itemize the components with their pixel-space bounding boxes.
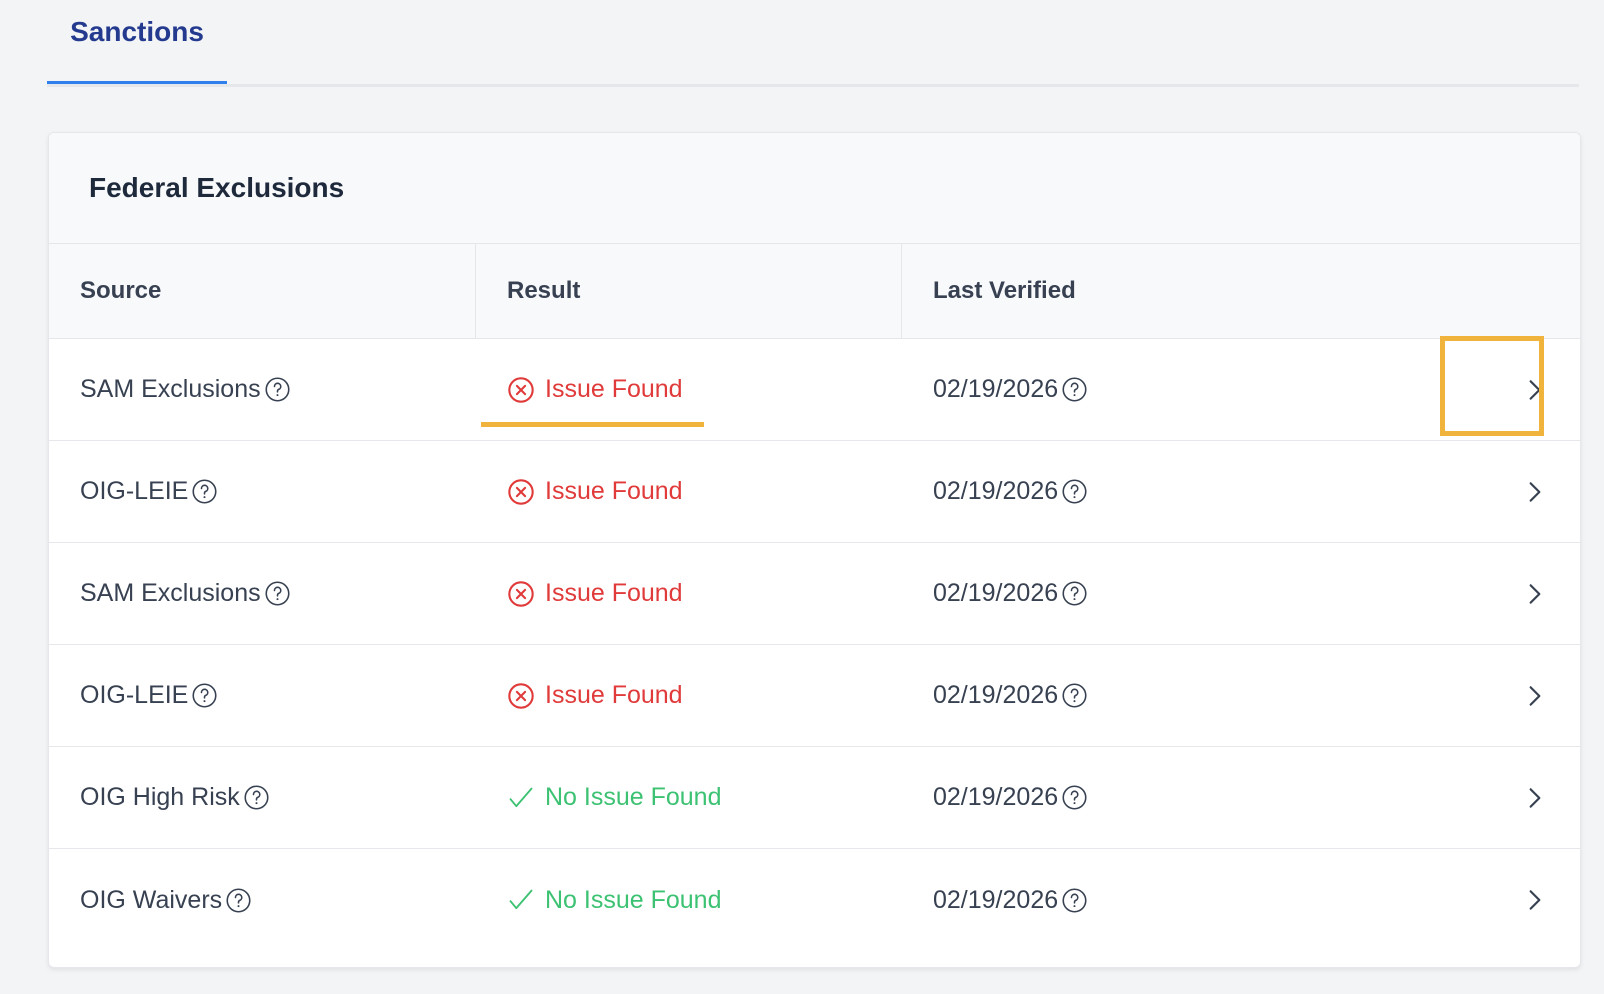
result-label: Issue Found xyxy=(545,477,683,505)
result-cell: No Issue Found xyxy=(476,849,902,951)
card-header: Federal Exclusions xyxy=(49,133,1580,244)
column-header-source: Source xyxy=(49,244,476,338)
last-verified-cell: 02/19/2026 xyxy=(902,645,1580,746)
table-row[interactable]: OIG-LEIE Issue Found 02/19/2026 xyxy=(49,441,1580,543)
last-verified-cell: 02/19/2026 xyxy=(902,849,1580,951)
source-name: SAM Exclusions xyxy=(80,375,261,403)
last-verified-date: 02/19/2026 xyxy=(933,477,1059,505)
source-name: OIG High Risk xyxy=(80,783,240,811)
annotation-underline xyxy=(481,422,704,427)
x-circle-icon xyxy=(507,478,535,506)
result-cell: Issue Found xyxy=(476,645,902,746)
question-circle-icon[interactable] xyxy=(1061,784,1088,811)
result-status: Issue Found xyxy=(507,579,683,608)
question-circle-icon[interactable] xyxy=(1061,682,1088,709)
table-row[interactable]: SAM Exclusions Issue Found 02/19/2026 xyxy=(49,339,1580,441)
table-row[interactable]: OIG-LEIE Issue Found 02/19/2026 xyxy=(49,645,1580,747)
result-label: No Issue Found xyxy=(545,885,722,914)
result-label: No Issue Found xyxy=(545,783,722,811)
question-circle-icon[interactable] xyxy=(264,376,291,403)
source-cell: OIG High Risk xyxy=(49,747,476,848)
question-circle-icon[interactable] xyxy=(191,478,218,505)
chevron-right-icon[interactable] xyxy=(1520,885,1550,915)
column-header-result: Result xyxy=(476,244,902,338)
source-name: OIG Waivers xyxy=(80,885,223,914)
table-row[interactable]: SAM Exclusions Issue Found 02/19/2026 xyxy=(49,543,1580,645)
source-name: OIG-LEIE xyxy=(80,681,189,709)
last-verified-cell: 02/19/2026 xyxy=(902,339,1580,440)
x-circle-icon xyxy=(507,376,535,404)
question-circle-icon[interactable] xyxy=(243,784,270,811)
chevron-right-icon[interactable] xyxy=(1520,375,1550,405)
source-name: SAM Exclusions xyxy=(80,579,261,607)
last-verified-cell: 02/19/2026 xyxy=(902,543,1580,644)
table-header: Source Result Last Verified xyxy=(49,244,1580,339)
result-cell: Issue Found xyxy=(476,339,902,440)
result-cell: Issue Found xyxy=(476,543,902,644)
result-label: Issue Found xyxy=(545,681,683,709)
question-circle-icon[interactable] xyxy=(264,580,291,607)
source-cell: OIG Waivers xyxy=(49,849,476,951)
last-verified-date: 02/19/2026 xyxy=(933,375,1059,403)
question-circle-icon[interactable] xyxy=(1061,580,1088,607)
source-cell: SAM Exclusions xyxy=(49,339,476,440)
table-body: SAM Exclusions Issue Found 02/19/2026 OI… xyxy=(49,339,1580,951)
question-circle-icon[interactable] xyxy=(225,887,252,914)
table-row[interactable]: OIG Waivers No Issue Found 02/19/2026 xyxy=(49,849,1580,951)
last-verified-cell: 02/19/2026 xyxy=(902,747,1580,848)
x-circle-icon xyxy=(507,682,535,710)
result-cell: No Issue Found xyxy=(476,747,902,848)
result-status: Issue Found xyxy=(481,375,704,427)
x-circle-icon xyxy=(507,580,535,608)
question-circle-icon[interactable] xyxy=(1061,887,1088,914)
source-cell: OIG-LEIE xyxy=(49,645,476,746)
tab-bar: Sanctions xyxy=(47,0,1579,87)
chevron-right-icon[interactable] xyxy=(1520,579,1550,609)
chevron-right-icon[interactable] xyxy=(1520,477,1550,507)
source-cell: SAM Exclusions xyxy=(49,543,476,644)
result-label: Issue Found xyxy=(545,579,683,607)
question-circle-icon[interactable] xyxy=(1061,478,1088,505)
last-verified-date: 02/19/2026 xyxy=(933,885,1059,914)
last-verified-date: 02/19/2026 xyxy=(933,783,1059,811)
result-status: Issue Found xyxy=(507,477,683,506)
card-title: Federal Exclusions xyxy=(89,172,345,203)
question-circle-icon[interactable] xyxy=(1061,376,1088,403)
source-cell: OIG-LEIE xyxy=(49,441,476,542)
tab-sanctions-label: Sanctions xyxy=(70,16,204,47)
result-status: Issue Found xyxy=(507,681,683,710)
result-status: No Issue Found xyxy=(507,886,722,915)
result-cell: Issue Found xyxy=(476,441,902,542)
last-verified-cell: 02/19/2026 xyxy=(902,441,1580,542)
chevron-right-icon[interactable] xyxy=(1520,681,1550,711)
chevron-right-icon[interactable] xyxy=(1520,783,1550,813)
result-label: Issue Found xyxy=(545,375,683,403)
federal-exclusions-card: Federal Exclusions Source Result Last Ve… xyxy=(48,132,1581,968)
source-name: OIG-LEIE xyxy=(80,477,189,505)
table-row[interactable]: OIG High Risk No Issue Found 02/19/2026 xyxy=(49,747,1580,849)
column-header-last-verified: Last Verified xyxy=(933,277,1076,304)
question-circle-icon[interactable] xyxy=(191,682,218,709)
last-verified-date: 02/19/2026 xyxy=(933,681,1059,709)
check-icon xyxy=(507,886,535,914)
last-verified-date: 02/19/2026 xyxy=(933,579,1059,607)
check-icon xyxy=(507,784,535,812)
tab-sanctions[interactable]: Sanctions xyxy=(47,0,227,84)
result-status: No Issue Found xyxy=(507,783,722,812)
